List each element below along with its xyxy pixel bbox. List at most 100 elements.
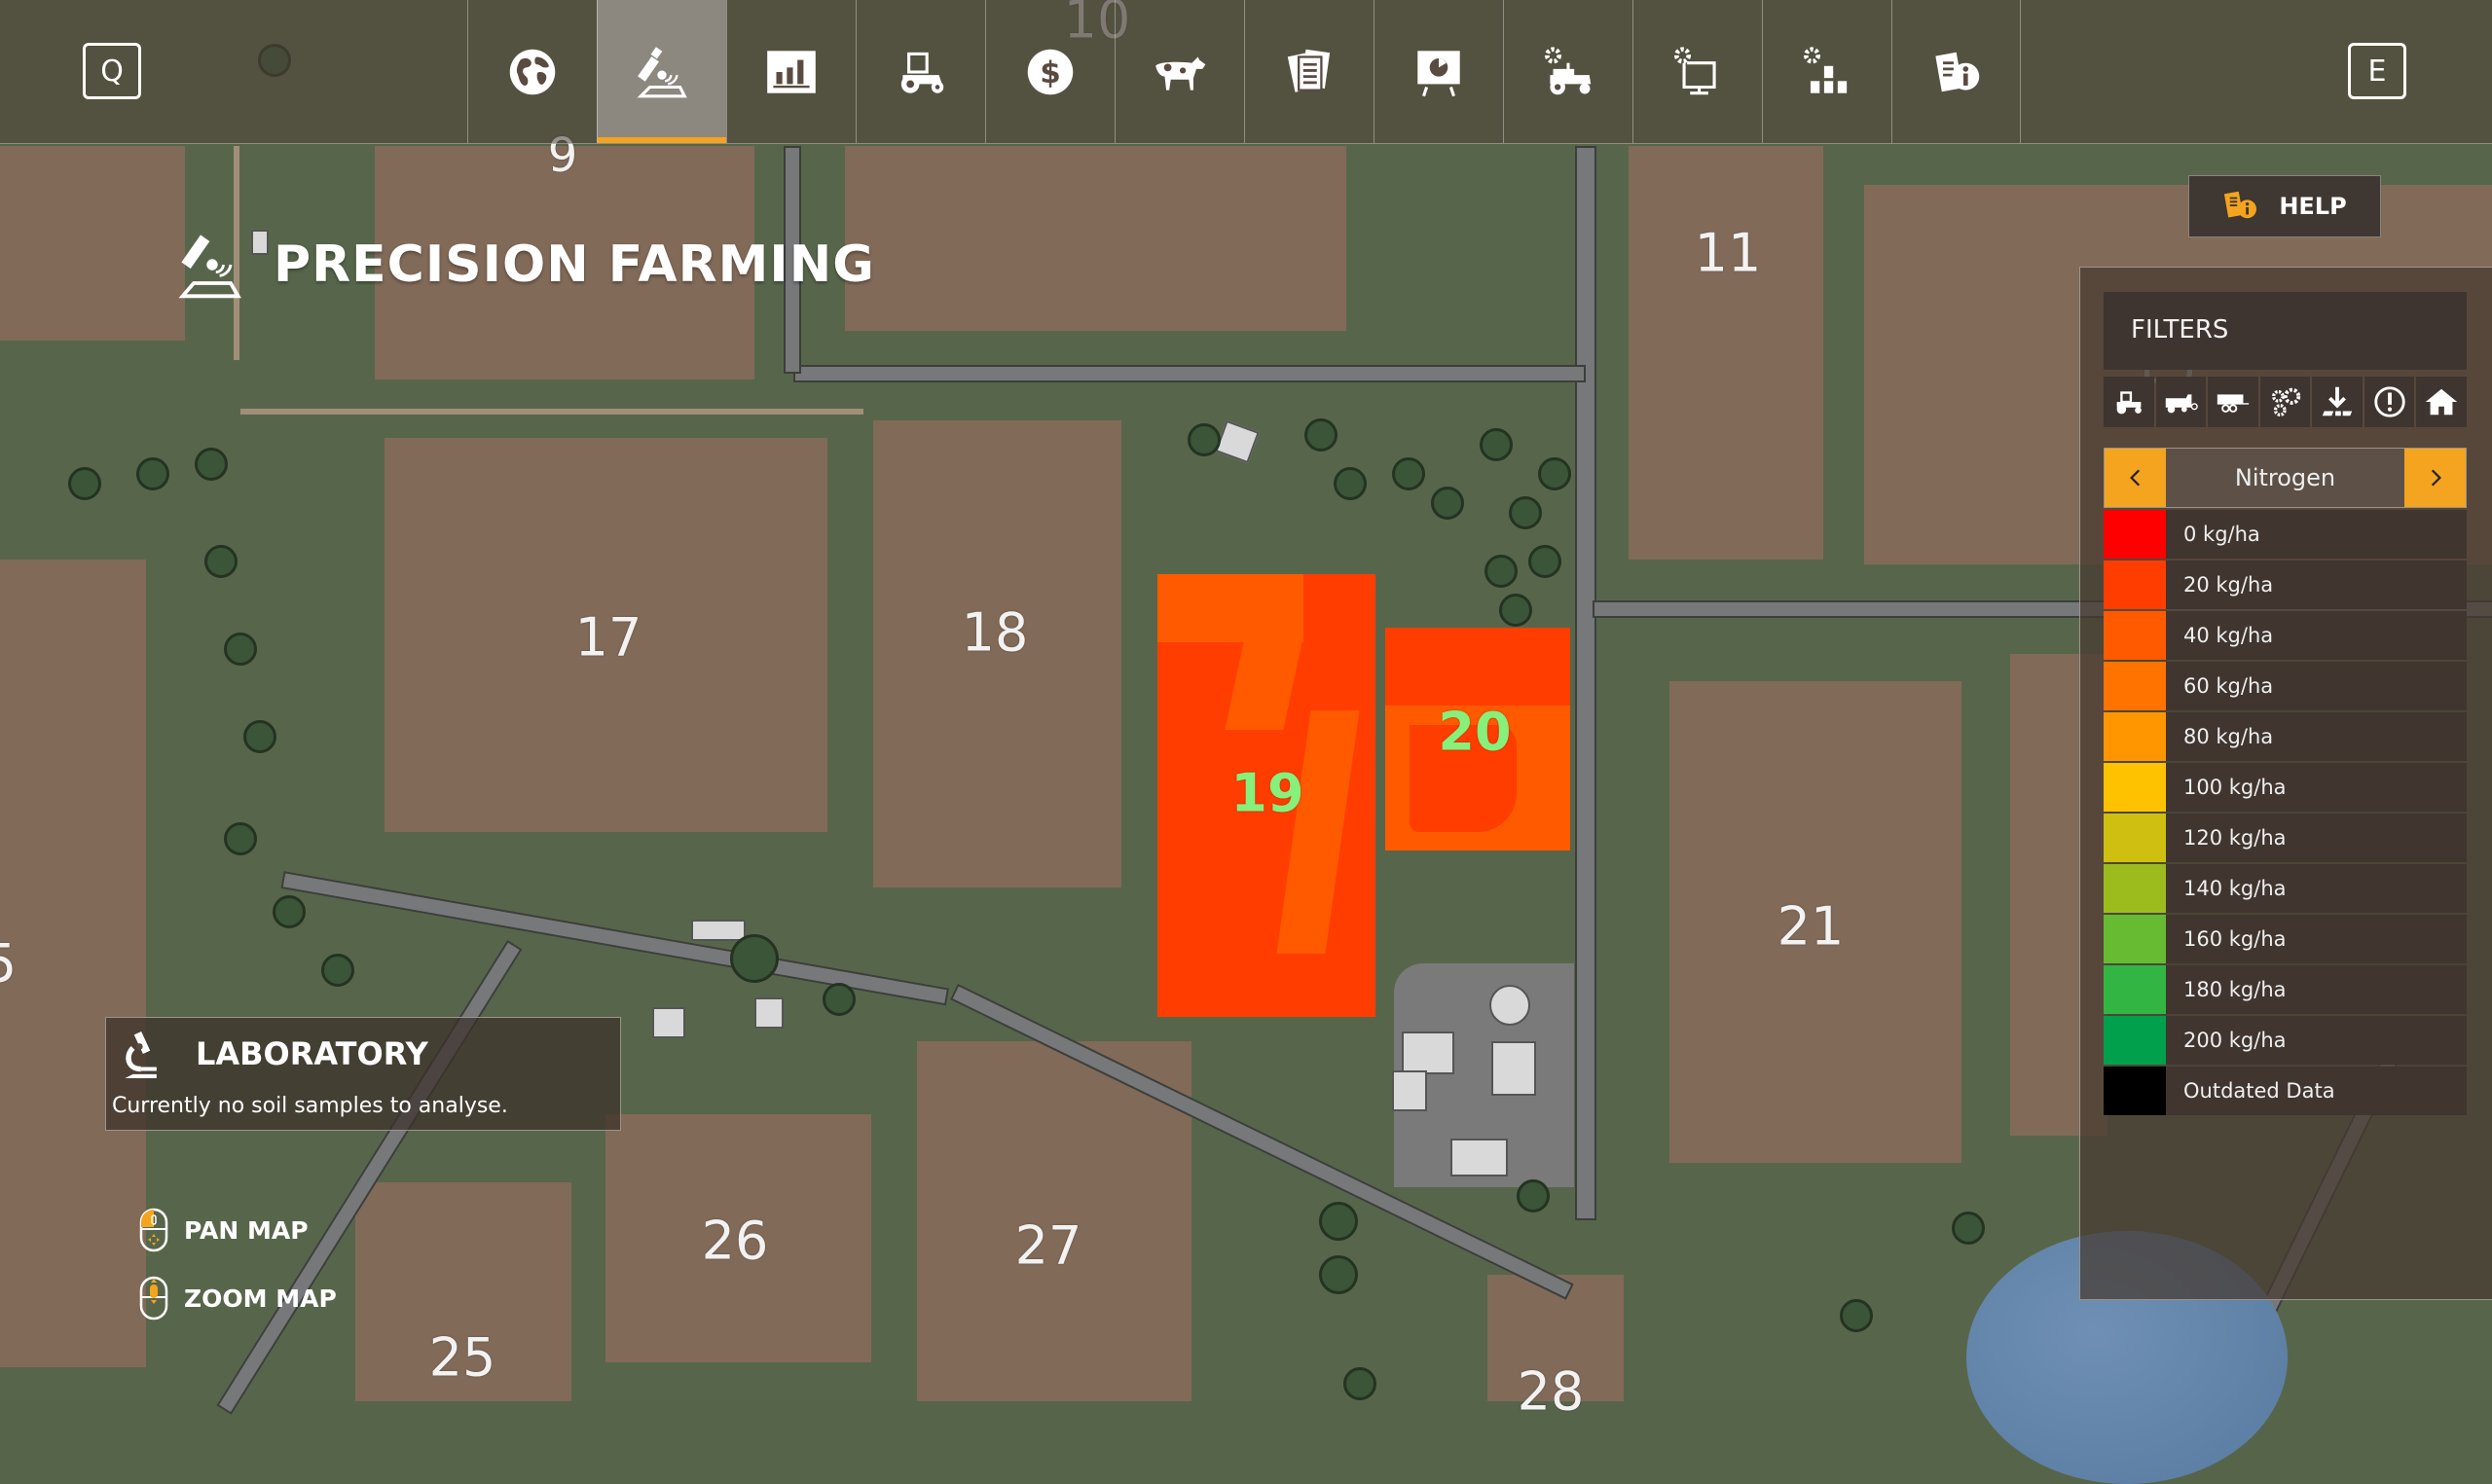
building: [1491, 1041, 1536, 1096]
legend-label: 200 kg/ha: [2183, 1029, 2287, 1052]
legend-label: 0 kg/ha: [2183, 523, 2260, 546]
vehicle-settings-icon: [1544, 46, 1592, 94]
tree: [1952, 1212, 1985, 1245]
legend-row: 60 kg/ha: [2104, 662, 2467, 710]
field-label: 18: [961, 601, 1029, 664]
pan-map-label: PAN MAP: [184, 1215, 309, 1245]
microscope-icon: [125, 1032, 157, 1078]
prev-page-key-button[interactable]: Q: [83, 43, 141, 99]
tab-contracts[interactable]: [1244, 0, 1374, 143]
road: [793, 365, 1586, 382]
tab-settings[interactable]: [1632, 0, 1762, 143]
trailer-filter-icon: [2217, 394, 2250, 413]
legend-color-swatch: [2104, 712, 2166, 761]
map-layer-selector[interactable]: Nitrogen: [2104, 448, 2467, 508]
filter-warnings[interactable]: [2364, 377, 2415, 427]
legend-row: 20 kg/ha: [2104, 561, 2467, 609]
legend-color-swatch: [2104, 763, 2166, 812]
legend-row: 80 kg/ha: [2104, 712, 2467, 761]
tab-map[interactable]: [467, 0, 597, 143]
legend-label: 20 kg/ha: [2183, 573, 2274, 597]
tree: [730, 934, 779, 983]
laboratory-panel: LABORATORY Currently no soil samples to …: [105, 1017, 621, 1131]
contracts-icon: [1287, 49, 1331, 92]
road: [1575, 146, 1596, 1220]
precision-farming-icon: [178, 235, 241, 299]
top-navigation-bar: Q $ E: [0, 0, 2492, 144]
legend-label: 120 kg/ha: [2183, 826, 2287, 850]
tab-help[interactable]: [1891, 0, 2021, 143]
tree: [243, 720, 276, 753]
legend-row: 120 kg/ha: [2104, 814, 2467, 862]
legend-row: 40 kg/ha: [2104, 611, 2467, 660]
legend-row: 100 kg/ha: [2104, 763, 2467, 812]
tree: [273, 895, 306, 928]
legend-label: 100 kg/ha: [2183, 776, 2287, 799]
tree: [1509, 496, 1542, 529]
filter-panel: FILTERS Nitrogen 0 kg/ha 20 kg/ha 40 kg/…: [2079, 267, 2492, 1300]
filter-harvesters[interactable]: [2155, 377, 2207, 427]
selected-layer: Nitrogen: [2166, 449, 2404, 507]
next-page-key-button[interactable]: E: [2348, 43, 2406, 99]
legend-label: 140 kg/ha: [2183, 877, 2287, 900]
mouse-wheel-icon: [139, 1276, 168, 1321]
filter-tractors[interactable]: [2104, 377, 2154, 427]
filter-home[interactable]: [2416, 377, 2468, 427]
tractor-icon: [900, 52, 944, 93]
tab-finances[interactable]: $: [985, 0, 1115, 143]
tab-animals[interactable]: [1115, 0, 1244, 143]
legend-color-swatch: [2104, 965, 2166, 1014]
display-settings-icon: [1673, 46, 1716, 94]
building: [691, 920, 746, 941]
map-field: [1629, 146, 1823, 560]
tab-prices[interactable]: [726, 0, 856, 143]
map-field: [0, 146, 185, 341]
tab-production[interactable]: [1762, 0, 1891, 143]
satellite-icon: [637, 46, 687, 97]
legend-color-swatch: [2104, 915, 2166, 963]
legend-color-swatch: [2104, 1016, 2166, 1065]
help-button[interactable]: HELP: [2188, 175, 2381, 237]
filter-trailers[interactable]: [2208, 377, 2258, 427]
tree: [204, 545, 238, 578]
tab-garage[interactable]: [1503, 0, 1632, 143]
field-label: 25: [428, 1326, 496, 1389]
tree: [1319, 1202, 1358, 1241]
globe-icon: [509, 49, 556, 94]
tree: [224, 633, 257, 666]
svg-text:$: $: [1040, 54, 1061, 90]
legend-color-swatch: [2104, 611, 2166, 660]
tree: [823, 983, 856, 1016]
zoom-map-hint: ZOOM MAP: [139, 1276, 337, 1321]
building: [1402, 1032, 1454, 1074]
nitrogen-zone: [1385, 628, 1570, 706]
tab-precision-farming[interactable]: [597, 0, 726, 143]
filter-tools[interactable]: [2259, 377, 2311, 427]
building: [1450, 1139, 1508, 1176]
field-label-20: 20: [1438, 701, 1512, 763]
tree: [1528, 545, 1561, 578]
dollar-icon: $: [1027, 49, 1074, 94]
tab-vehicles[interactable]: [856, 0, 985, 143]
tree: [195, 448, 228, 481]
previous-layer-button[interactable]: [2105, 449, 2166, 507]
tree: [1840, 1299, 1873, 1332]
tree: [1517, 1179, 1550, 1213]
tree: [1319, 1255, 1358, 1294]
tree: [1538, 457, 1571, 490]
tab-statistics[interactable]: [1374, 0, 1503, 143]
next-layer-button[interactable]: [2404, 449, 2466, 507]
map-field: [0, 560, 146, 1367]
legend-color-swatch: [2104, 864, 2166, 913]
home-filter-icon: [2426, 388, 2458, 416]
filter-unload[interactable]: [2312, 377, 2363, 427]
tree: [1334, 467, 1367, 500]
legend-row: Outdated Data: [2104, 1067, 2467, 1115]
tree: [1188, 423, 1221, 456]
tree: [321, 954, 354, 987]
field-label: 28: [1517, 1360, 1585, 1423]
legend-row: 140 kg/ha: [2104, 864, 2467, 913]
filters-title: FILTERS: [2131, 315, 2229, 344]
legend-row: 160 kg/ha: [2104, 915, 2467, 963]
chevron-left-icon: [2129, 469, 2140, 487]
